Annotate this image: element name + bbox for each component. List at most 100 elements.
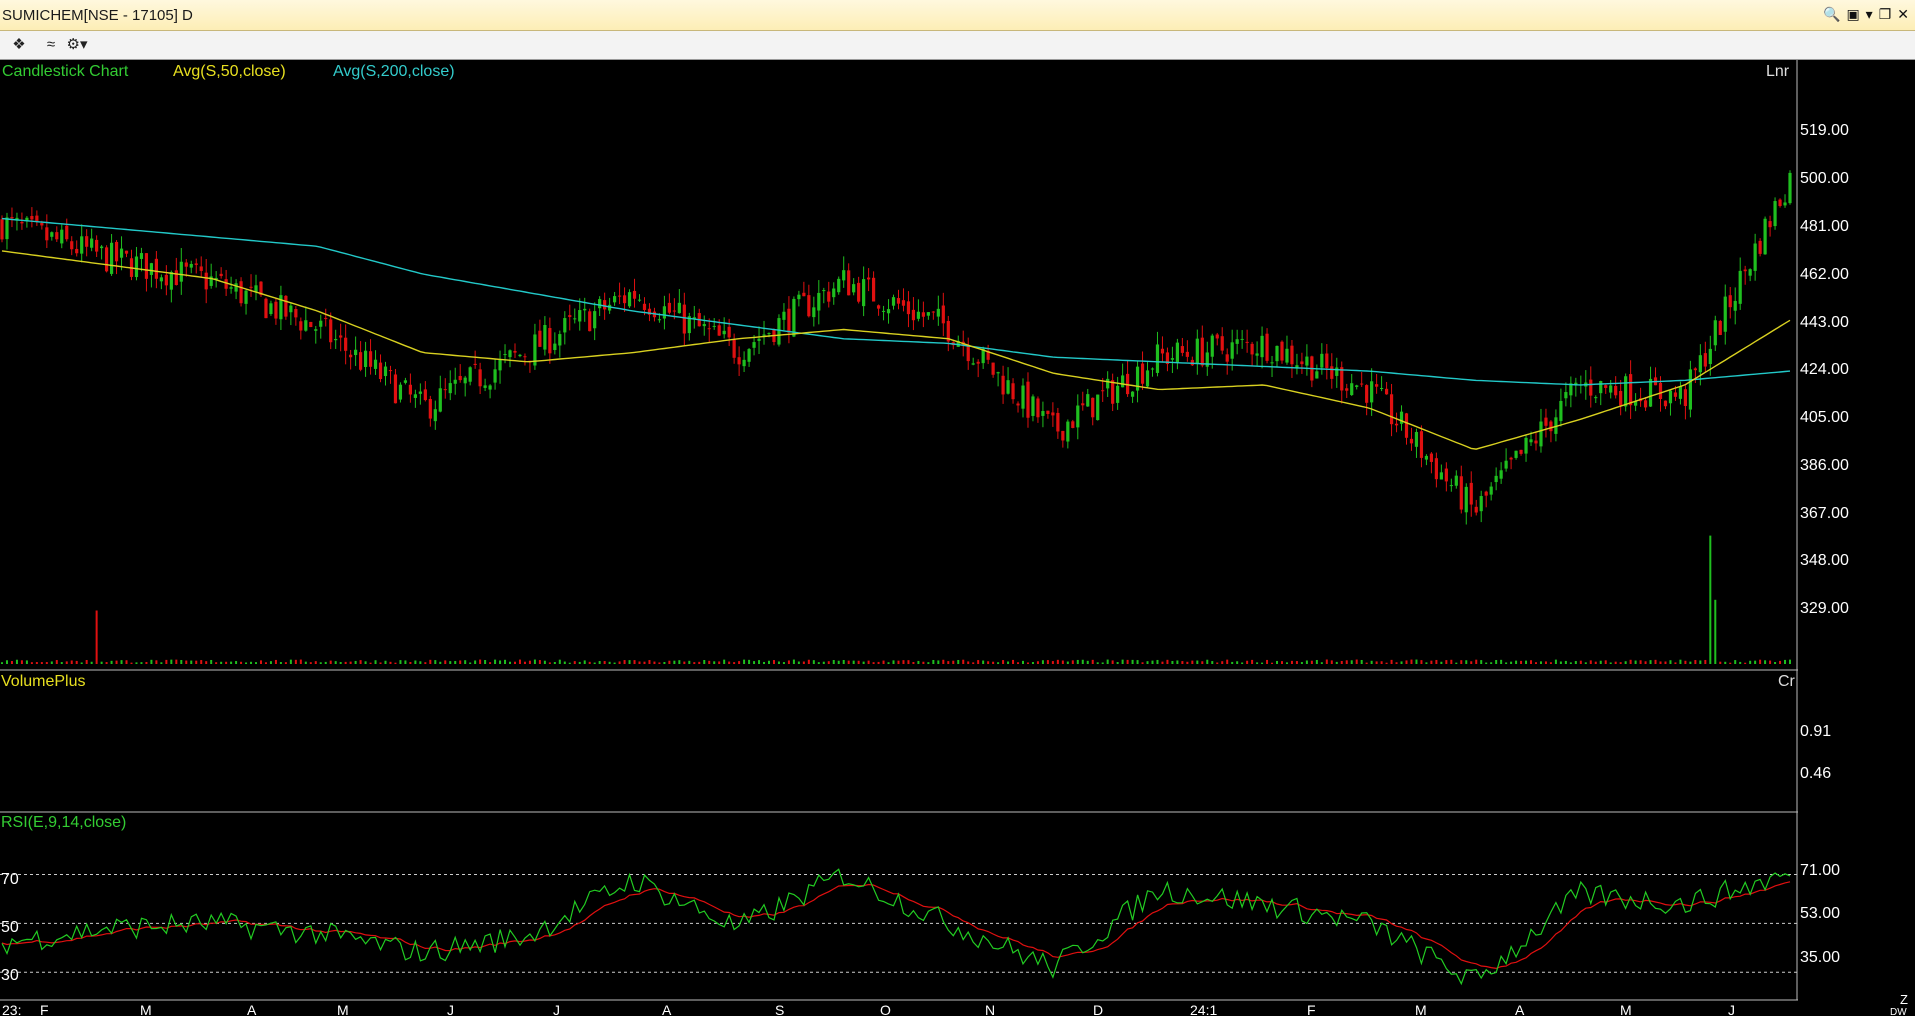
volume-bar	[1181, 661, 1184, 664]
volume-bar	[1674, 662, 1677, 664]
candle-body	[1758, 240, 1762, 254]
volume-bar	[1091, 659, 1094, 664]
candle-body	[568, 315, 572, 317]
candle-body	[1733, 300, 1737, 311]
chart-area[interactable]: Candlestick Chart Avg(S,50,close) Avg(S,…	[0, 60, 1915, 1016]
volume-bar	[1520, 660, 1523, 664]
zoom-corner-label[interactable]: Z	[1900, 992, 1908, 1007]
candle-body	[1275, 345, 1279, 362]
candle-body	[368, 351, 373, 367]
candle-body	[782, 311, 786, 320]
profile-icon[interactable]: ▣	[1846, 6, 1859, 23]
time-axis-label: F	[40, 1002, 49, 1016]
candle-body	[413, 394, 417, 398]
rsi-tick: 35.00	[1800, 949, 1840, 966]
volume-bar	[1689, 661, 1692, 664]
candle-body	[264, 298, 268, 319]
volume-bar	[1639, 660, 1642, 664]
time-axis-label: A	[662, 1002, 672, 1016]
time-axis-label: M	[337, 1002, 349, 1016]
volume-tick: 0.91	[1800, 723, 1831, 740]
volume-bar	[339, 662, 342, 664]
period-corner-label[interactable]: DW	[1890, 1007, 1907, 1016]
candle-body	[593, 311, 597, 329]
volume-bar	[434, 660, 437, 664]
gear-icon[interactable]: ⚙▾	[66, 35, 88, 55]
volume-bar	[30, 662, 33, 664]
volume-bar	[70, 660, 73, 664]
volume-bar	[992, 661, 995, 664]
volume-bar	[255, 662, 258, 664]
volume-bar	[314, 661, 317, 664]
candle-body	[1624, 376, 1628, 407]
candle-body	[1260, 335, 1264, 358]
candle-body	[75, 248, 79, 254]
chevron-down-icon[interactable]: ▾	[1866, 6, 1873, 23]
volume-bar	[1221, 661, 1224, 664]
candlestick-series	[0, 170, 1792, 525]
volume-bar	[1315, 659, 1318, 664]
volume-bar	[1405, 660, 1408, 664]
volume-bar	[1345, 660, 1348, 664]
candle-body	[1663, 400, 1668, 407]
candle-body	[727, 326, 731, 338]
candle-body	[637, 299, 642, 301]
price-tick: 443.00	[1800, 314, 1849, 331]
volume-bar	[1495, 660, 1498, 664]
volume-bar	[1455, 662, 1458, 664]
price-tick: 386.00	[1800, 457, 1849, 474]
volume-bar	[772, 660, 775, 664]
search-icon[interactable]: 🔍	[1823, 6, 1840, 23]
candle-body	[573, 318, 577, 320]
time-axis-label: M	[140, 1002, 152, 1016]
volume-bar	[658, 662, 661, 664]
volume-bar	[892, 660, 895, 664]
candle-body	[304, 320, 308, 331]
candle-body	[1539, 421, 1543, 447]
candle-body	[518, 354, 522, 357]
time-axis-label: N	[985, 1002, 995, 1016]
volume-bar	[1430, 660, 1433, 664]
volume-bar	[274, 659, 277, 664]
volume-bar	[872, 662, 875, 664]
restore-icon[interactable]: ❐	[1879, 6, 1892, 23]
candle-body	[1514, 450, 1518, 458]
candle-body	[1305, 356, 1309, 366]
candle-body	[433, 409, 437, 422]
candle-body	[1051, 412, 1055, 416]
volume-bar	[1505, 662, 1508, 664]
candle-body	[852, 284, 856, 293]
candle-body	[1245, 341, 1249, 343]
candle-body	[1648, 378, 1653, 407]
candle-body	[1559, 400, 1563, 422]
volume-bar	[259, 660, 262, 664]
volume-bar	[1679, 659, 1682, 664]
candle-body	[971, 363, 975, 365]
volume-bar	[1395, 662, 1398, 664]
volume-bar	[489, 662, 492, 664]
close-icon[interactable]: ✕	[1897, 6, 1909, 23]
candle-body	[1394, 423, 1399, 426]
ma200-line	[1, 217, 1791, 386]
volume-bar	[1614, 661, 1617, 664]
volume-bar	[235, 661, 238, 664]
volume-bar	[937, 660, 940, 664]
candle-body	[20, 222, 24, 224]
volume-bar	[1056, 659, 1059, 664]
volume-bar	[1, 662, 3, 664]
candle-body	[174, 270, 178, 286]
candle-body	[1106, 378, 1110, 389]
volume-bar	[588, 661, 591, 664]
candle-body	[1564, 392, 1568, 399]
crosshair-icon[interactable]: ❖	[8, 35, 30, 55]
price-tick: 481.00	[1800, 218, 1849, 235]
line-chart-icon[interactable]: ≈	[40, 35, 62, 55]
chart-type-label: Candlestick Chart	[2, 63, 129, 80]
volume-bar	[633, 660, 636, 664]
volume-bar	[409, 661, 412, 664]
candle-body	[1429, 453, 1434, 462]
volume-bar	[563, 661, 566, 664]
candle-body	[443, 389, 447, 391]
volume-bar	[1415, 659, 1418, 664]
candle-body	[134, 256, 139, 278]
